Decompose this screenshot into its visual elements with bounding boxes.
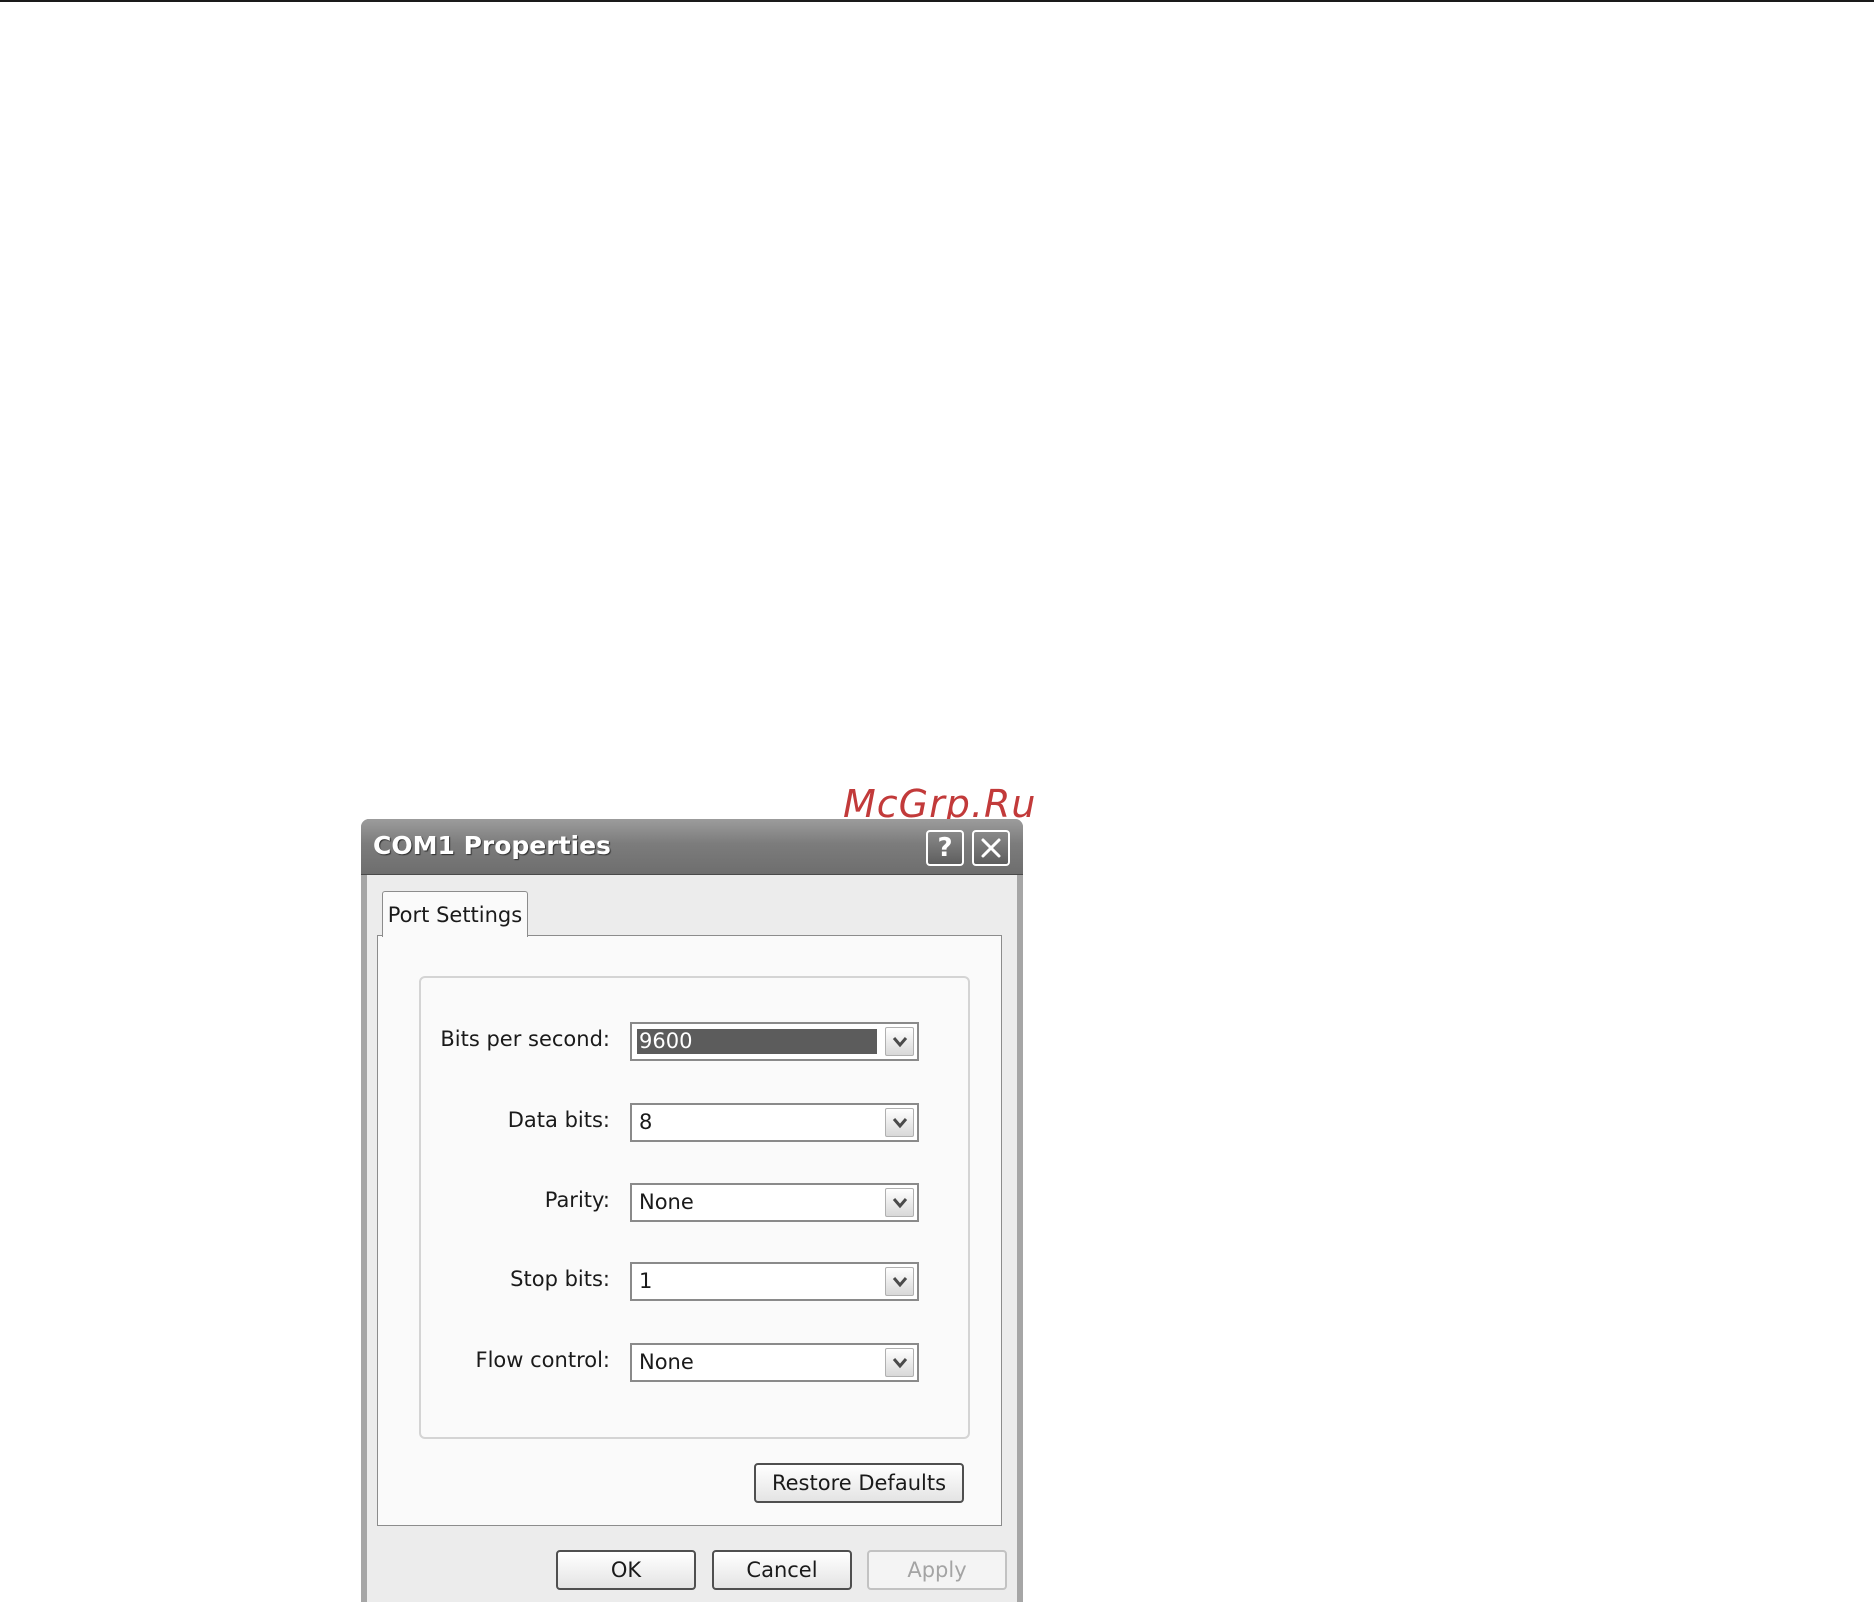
dialog-title: COM1 Properties xyxy=(373,831,611,860)
flow-control-value: None xyxy=(639,1350,694,1374)
port-settings-panel: Bits per second: 9600 Data bits: 8 Parit… xyxy=(377,935,1002,1526)
bits-per-second-value: 9600 xyxy=(637,1029,877,1054)
ok-button[interactable]: OK xyxy=(556,1550,696,1590)
dropdown-button[interactable] xyxy=(885,1348,914,1377)
help-icon: ? xyxy=(937,833,953,863)
bits-per-second-select[interactable]: 9600 xyxy=(630,1022,919,1061)
page-top-rule xyxy=(0,0,1874,2)
apply-button[interactable]: Apply xyxy=(867,1550,1007,1590)
help-button[interactable]: ? xyxy=(926,830,964,866)
tab-port-settings[interactable]: Port Settings xyxy=(382,891,528,937)
cancel-button[interactable]: Cancel xyxy=(712,1550,852,1590)
stop-bits-label: Stop bits: xyxy=(510,1267,610,1291)
chevron-down-icon xyxy=(892,1276,907,1287)
stop-bits-value: 1 xyxy=(639,1269,653,1293)
bits-per-second-label: Bits per second: xyxy=(440,1027,610,1051)
data-bits-select[interactable]: 8 xyxy=(630,1103,919,1142)
parity-value: None xyxy=(639,1190,694,1214)
close-button[interactable] xyxy=(972,830,1010,866)
flow-control-select[interactable]: None xyxy=(630,1343,919,1382)
chevron-down-icon xyxy=(892,1357,907,1368)
com1-properties-dialog: COM1 Properties ? Port Settings Bits per… xyxy=(361,819,1023,1602)
chevron-down-icon xyxy=(892,1036,907,1047)
parity-label: Parity: xyxy=(544,1188,610,1212)
close-icon xyxy=(981,838,1001,858)
data-bits-label: Data bits: xyxy=(507,1108,610,1132)
stop-bits-select[interactable]: 1 xyxy=(630,1262,919,1301)
data-bits-value: 8 xyxy=(639,1110,653,1134)
settings-group: Bits per second: 9600 Data bits: 8 Parit… xyxy=(419,976,970,1439)
dropdown-button[interactable] xyxy=(885,1267,914,1296)
parity-select[interactable]: None xyxy=(630,1183,919,1222)
dropdown-button[interactable] xyxy=(885,1108,914,1137)
flow-control-label: Flow control: xyxy=(475,1348,610,1372)
dropdown-button[interactable] xyxy=(885,1188,914,1217)
dropdown-button[interactable] xyxy=(885,1027,914,1056)
restore-defaults-button[interactable]: Restore Defaults xyxy=(754,1463,964,1503)
chevron-down-icon xyxy=(892,1117,907,1128)
title-bar[interactable]: COM1 Properties ? xyxy=(361,819,1023,875)
chevron-down-icon xyxy=(892,1197,907,1208)
dialog-client-area: Port Settings Bits per second: 9600 Data… xyxy=(367,875,1017,1602)
